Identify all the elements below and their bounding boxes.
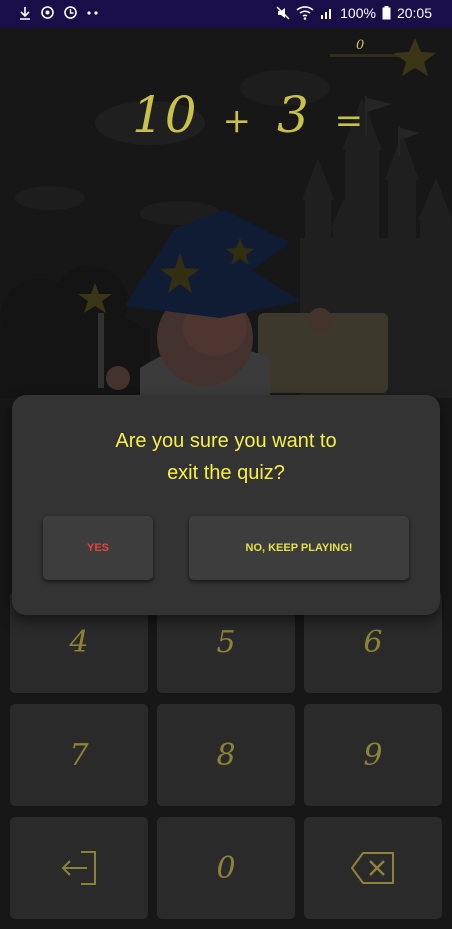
key-9[interactable]: 9 [304,704,442,806]
yes-button[interactable]: YES [43,516,153,580]
backspace-icon [351,852,394,884]
dialog-message-line2: exit the quiz? [167,462,285,484]
backspace-button[interactable] [304,817,442,919]
key-7-label: 7 [69,737,89,773]
operand-a: 10 [132,86,198,144]
key-8-label: 8 [216,737,236,773]
dialog-message: Are you sure you want to exit the quiz? [12,425,440,489]
more-dots-icon [87,10,98,15]
sync-icon [41,6,54,19]
battery-percent: 100% [340,5,376,21]
key-7[interactable]: 7 [10,704,148,806]
equals-sign: = [334,101,365,141]
clock: 20:05 [396,5,432,21]
timer-icon [64,6,77,19]
dialog-message-line1: Are you sure you want to [115,430,337,452]
keep-playing-button[interactable]: NO, KEEP PLAYING! [189,516,409,580]
operand-b: 3 [276,86,310,144]
wifi-icon [296,6,314,20]
battery-icon [382,6,391,20]
operator: + [222,101,253,141]
key-9-label: 9 [363,737,383,773]
key-0-label: 0 [216,850,236,886]
quiz-screen: 0 10 + 3 = 4 5 6 7 8 9 0 Are you sure yo… [0,28,452,929]
key-4-label: 4 [69,624,89,660]
status-left-icons [18,5,100,20]
key-6-label: 6 [363,624,383,660]
download-icon [20,6,30,20]
signal-icon [321,9,332,19]
equation: 10 + 3 = [132,86,372,144]
status-bar: 100% 20:05 [0,0,452,28]
key-8[interactable]: 8 [157,704,295,806]
key-5-label: 5 [216,624,236,660]
score-counter: 0 [356,38,365,53]
exit-button[interactable] [10,817,148,919]
exit-icon [61,851,96,885]
mute-icon [276,6,290,20]
exit-confirm-dialog: Are you sure you want to exit the quiz? … [12,395,440,615]
key-0[interactable]: 0 [157,817,295,919]
status-right: 100% 20:05 [276,5,432,21]
